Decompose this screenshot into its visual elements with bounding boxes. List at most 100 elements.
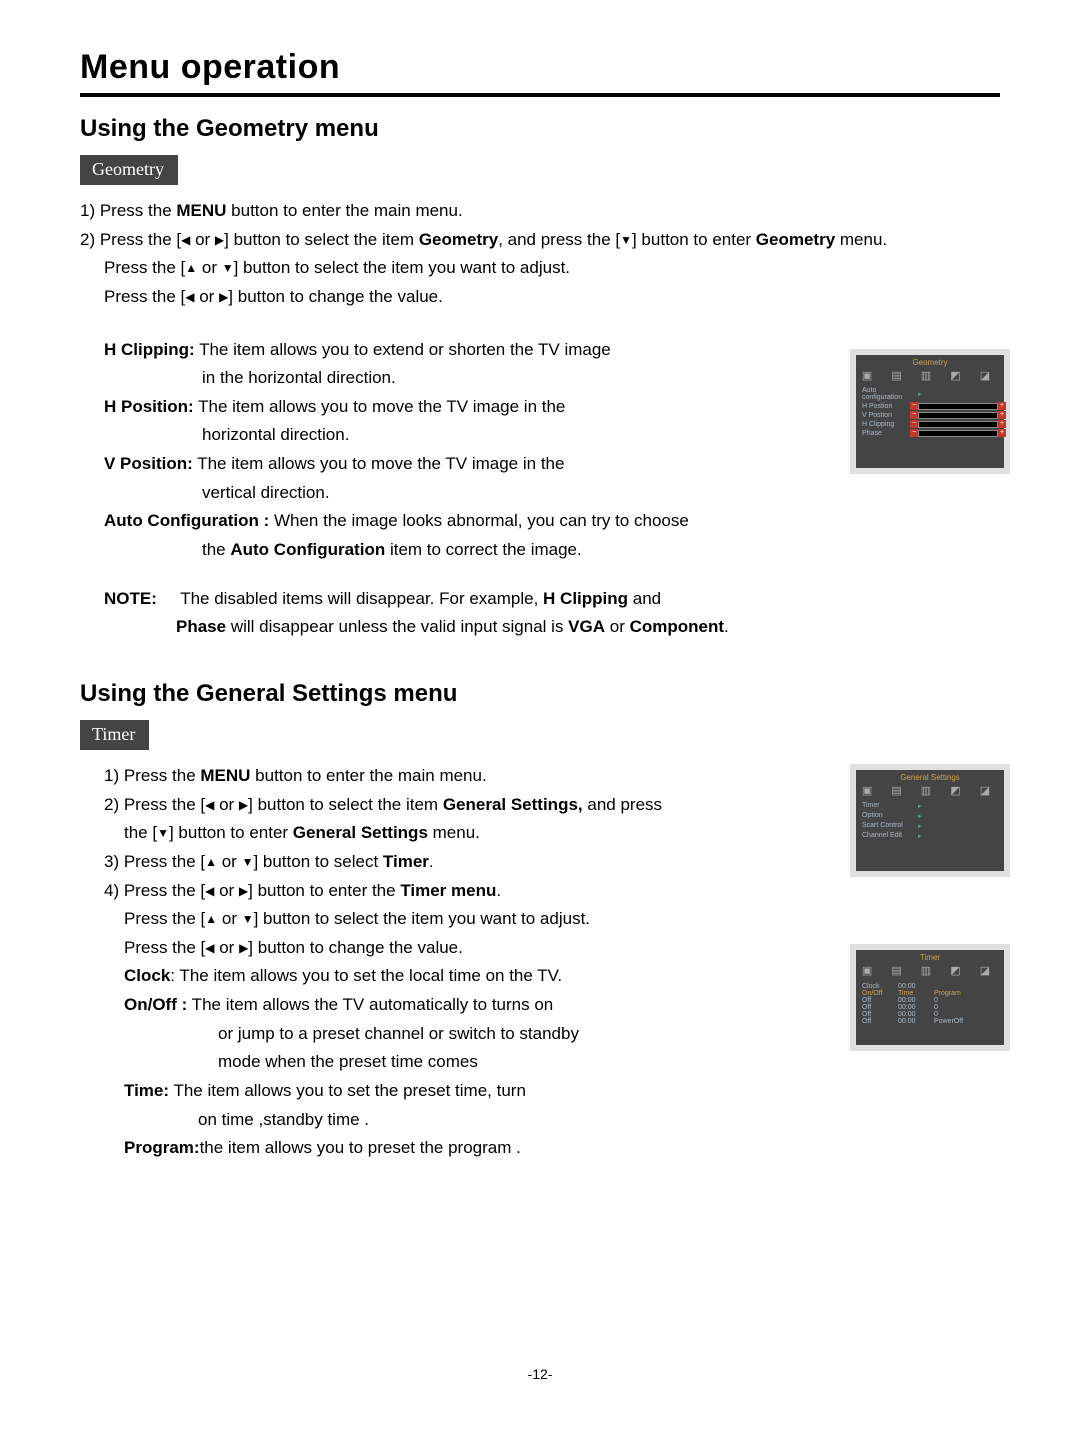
osd-row: H Postion <box>856 402 1004 411</box>
osd-cell: PowerOff <box>934 1018 998 1025</box>
bold-text: Timer menu <box>400 881 496 900</box>
text: and press <box>583 795 662 814</box>
clock-label: Clock <box>124 966 170 985</box>
osd-row: Timer▸ <box>856 801 1004 811</box>
right-arrow-icon: ▶ <box>239 797 248 814</box>
left-arrow-icon: ◀ <box>205 883 214 900</box>
section-heading-geometry: Using the Geometry menu <box>80 115 1000 143</box>
page-title: Menu operation <box>80 48 1000 87</box>
text: the item allows you to preset the progra… <box>200 1138 521 1157</box>
right-arrow-icon: ▶ <box>239 883 248 900</box>
bold-text: General Settings, <box>443 795 583 814</box>
osd-cell: 0 <box>934 997 998 1004</box>
text: 1) Press the <box>104 766 200 785</box>
text: 3) Press the [ <box>104 852 205 871</box>
onoff-label: On/Off : <box>124 995 187 1014</box>
left-arrow-icon: ◀ <box>205 940 214 957</box>
text: ] button to enter <box>632 230 756 249</box>
title-rule <box>80 93 1000 97</box>
text: Press the [ <box>124 938 205 957</box>
left-arrow-icon: ◀ <box>181 232 190 249</box>
bold-text: Geometry <box>419 230 498 249</box>
down-arrow-icon: ▼ <box>222 260 234 277</box>
bold-text: MENU <box>200 766 250 785</box>
auto-config-label: Auto Configuration : <box>104 511 269 530</box>
osd-header: On/Off <box>862 990 894 997</box>
bold-text: Auto Configuration <box>230 540 385 559</box>
text: ] button to change the value. <box>228 287 443 306</box>
text: or jump to a preset channel or switch to… <box>218 1024 579 1043</box>
text: : The item allows you to set the local t… <box>170 966 562 985</box>
menu-label: MENU <box>176 201 226 220</box>
text: . <box>496 881 501 900</box>
program-label: Program: <box>124 1138 200 1157</box>
text: The item allows you to move the TV image… <box>194 397 566 416</box>
text: and <box>628 589 661 608</box>
down-arrow-icon: ▼ <box>157 825 169 842</box>
text: will disappear unless the valid input si… <box>226 617 568 636</box>
time-label: Time: <box>124 1081 169 1100</box>
slider-icon <box>918 430 998 437</box>
text: 2) Press the [ <box>104 795 205 814</box>
osd-row: Scart Control▸ <box>856 821 1004 831</box>
bold-text: General Settings <box>293 823 428 842</box>
text: the <box>202 540 230 559</box>
h-clipping-label: H Clipping: <box>104 340 195 359</box>
v-position-label: V Position: <box>104 454 193 473</box>
down-arrow-icon: ▼ <box>242 911 254 928</box>
text: ] button to enter the <box>248 881 400 900</box>
osd-cell: 00:00 <box>898 1018 930 1025</box>
text: 1) Press the <box>80 201 176 220</box>
osd-cell: 0 <box>934 1011 998 1018</box>
osd-timer-table: Clock00:00 On/OffTimeProgram Off00:000 O… <box>856 981 1004 1031</box>
text: menu. <box>835 230 887 249</box>
bold-text: H Clipping <box>543 589 628 608</box>
text: or <box>605 617 630 636</box>
bold-text: VGA <box>568 617 605 636</box>
osd-geometry-screenshot: Geometry ▣ ▤ ▥ ◩ ◪ Auto configuration▸ H… <box>850 349 1010 474</box>
manual-page: Menu operation Using the Geometry menu G… <box>0 0 1080 1438</box>
osd-header: Time <box>898 990 930 997</box>
osd-cell: Off <box>862 1004 894 1011</box>
text: ] button to select the item <box>248 795 443 814</box>
text: button to enter the main menu. <box>250 766 486 785</box>
osd-row: Channel Edit▸ <box>856 831 1004 841</box>
slider-icon <box>918 412 998 419</box>
osd-title: General Settings <box>856 770 1004 784</box>
bold-text: Component <box>630 617 724 636</box>
osd-row: V Postion <box>856 411 1004 420</box>
text: . <box>724 617 729 636</box>
text: or <box>214 795 239 814</box>
right-arrow-icon: ▶ <box>239 940 248 957</box>
left-arrow-icon: ◀ <box>205 797 214 814</box>
osd-row: Auto configuration▸ <box>856 386 1004 402</box>
osd-title: Geometry <box>856 355 1004 369</box>
text: Press the [ <box>104 258 185 277</box>
text: The item allows you to move the TV image… <box>193 454 565 473</box>
up-arrow-icon: ▲ <box>205 854 217 871</box>
text: item to correct the image. <box>385 540 582 559</box>
text: ] button to select the item you want to … <box>234 258 570 277</box>
osd-item: Auto configuration <box>862 387 918 401</box>
text: Press the [ <box>124 909 205 928</box>
text: , and press the [ <box>498 230 620 249</box>
bold-text: Timer <box>383 852 429 871</box>
osd-cell: Off <box>862 1011 894 1018</box>
up-arrow-icon: ▲ <box>205 911 217 928</box>
text: or <box>217 909 242 928</box>
text: button to enter the main menu. <box>226 201 462 220</box>
bold-text: Phase <box>176 617 226 636</box>
text: The disabled items will disappear. For e… <box>180 589 543 608</box>
osd-cell: Off <box>862 1018 894 1025</box>
text: or <box>217 852 242 871</box>
text: or <box>195 287 220 306</box>
osd-cell: 00:00 <box>898 983 930 990</box>
text: in the horizontal direction. <box>202 368 396 387</box>
text: ] button to select <box>253 852 382 871</box>
right-arrow-icon: ▸ <box>918 822 922 830</box>
osd-icon-row: ▣ ▤ ▥ ◩ ◪ <box>856 964 1004 981</box>
right-arrow-icon: ▶ <box>219 289 228 306</box>
text: or <box>190 230 215 249</box>
bold-text: Geometry <box>756 230 835 249</box>
h-position-label: H Position: <box>104 397 194 416</box>
